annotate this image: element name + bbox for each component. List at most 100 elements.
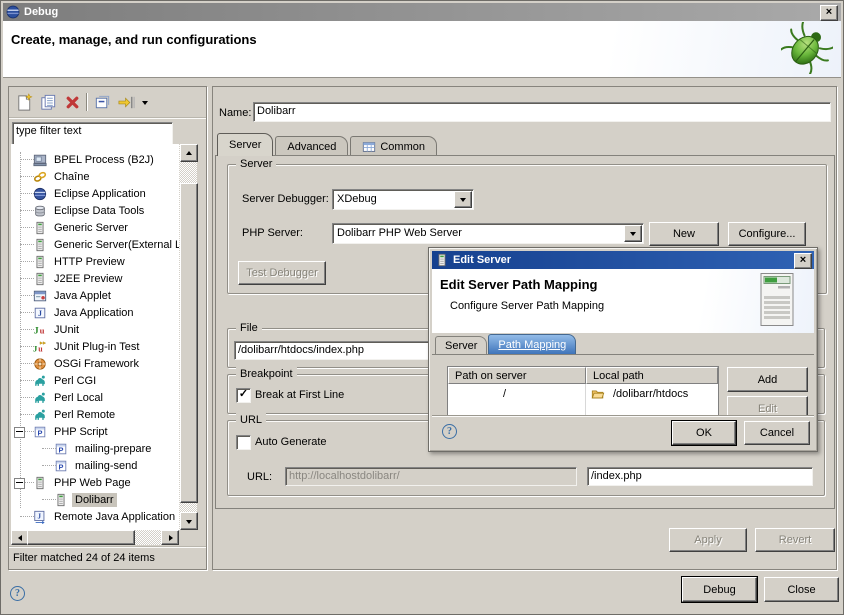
tree-horizontal-scrollbar[interactable] <box>11 530 179 545</box>
tab-common[interactable]: Common <box>350 136 437 156</box>
vertical-scroll-thumb[interactable] <box>180 183 198 503</box>
filter-input[interactable]: type filter text <box>12 122 173 145</box>
tab-advanced[interactable]: Advanced <box>275 136 348 156</box>
window-title: Debug <box>24 6 58 18</box>
tree-item-mailing-send[interactable]: Pmailing-send <box>11 457 179 474</box>
tree-item-php-script[interactable]: PPHP Script <box>11 423 179 440</box>
tree-item-bpel-process-b2j[interactable]: BPEL Process (B2J) <box>11 151 179 168</box>
tree-item-http-preview[interactable]: HTTP Preview <box>11 253 179 270</box>
break-first-line-checkbox[interactable]: ✓ <box>236 388 251 403</box>
combo-arrow-button[interactable] <box>624 225 642 242</box>
collapse-expander-icon[interactable] <box>14 427 25 438</box>
php-server-select[interactable]: Dolibarr PHP Web Server <box>332 223 644 244</box>
svg-text:u: u <box>40 325 45 335</box>
tree-item-php-web-page[interactable]: PHP Web Page <box>11 474 179 491</box>
scroll-up-button[interactable] <box>180 144 198 162</box>
tree-item-java-applet[interactable]: Java Applet <box>11 287 179 304</box>
dialog-title: Edit Server <box>453 254 511 266</box>
edit-mapping-button[interactable]: Edit <box>727 396 808 417</box>
php-server-value: Dolibarr PHP Web Server <box>337 227 623 239</box>
tree-item-label: BPEL Process (B2J) <box>51 153 157 167</box>
new-server-button[interactable]: New <box>649 222 719 246</box>
apply-button[interactable]: Apply <box>669 528 747 552</box>
tree-item-eclipse-application[interactable]: Eclipse Application <box>11 185 179 202</box>
tree-item-label: HTTP Preview <box>51 255 128 269</box>
tree-item-label: JUnit <box>51 323 82 337</box>
column-header-local-path[interactable]: Local path <box>586 367 718 384</box>
tab-label: Common <box>380 141 425 153</box>
tree-item-j2ee-preview[interactable]: J2EE Preview <box>11 270 179 287</box>
new-configuration-button[interactable] <box>13 91 35 113</box>
tree-item-label: Eclipse Data Tools <box>51 204 147 218</box>
path-mapping-row[interactable]: //dolibarr/htdocs <box>448 384 718 404</box>
tree-item-java-application[interactable]: JJava Application <box>11 304 179 321</box>
collapse-expander-icon[interactable] <box>14 478 25 489</box>
url-path-input[interactable]: /index.php <box>587 467 813 486</box>
scroll-right-button[interactable] <box>161 530 179 545</box>
break-first-line-label: Break at First Line <box>255 389 344 401</box>
tree-item-label: Generic Server(External La <box>51 238 179 252</box>
tree-item-dolibarr[interactable]: Dolibarr <box>11 491 179 508</box>
tree-item-perl-remote[interactable]: Perl Remote <box>11 406 179 423</box>
tree-item-label: Perl Local <box>51 391 106 405</box>
tree-item-perl-local[interactable]: Perl Local <box>11 389 179 406</box>
horizontal-scroll-thumb[interactable] <box>27 530 135 545</box>
debug-button[interactable]: Debug <box>682 577 757 602</box>
column-header-path-on-server[interactable]: Path on server <box>448 367 586 384</box>
window-close-button[interactable]: × <box>820 5 838 21</box>
configure-server-button[interactable]: Configure... <box>728 222 806 246</box>
help-icon[interactable]: ? <box>10 586 25 601</box>
combo-arrow-button[interactable] <box>454 191 472 208</box>
tree-item-generic-server-external-la[interactable]: Generic Server(External La <box>11 236 179 253</box>
name-input[interactable]: Dolibarr <box>253 102 831 122</box>
tree-item-mailing-prepare[interactable]: Pmailing-prepare <box>11 440 179 457</box>
scroll-down-button[interactable] <box>180 512 198 530</box>
dialog-help-icon[interactable]: ? <box>442 424 457 439</box>
ok-button[interactable]: OK <box>672 421 736 445</box>
auto-generate-checkbox[interactable] <box>236 435 251 450</box>
tree-item-label: OSGi Framework <box>51 357 142 371</box>
tree-item-label: Remote Java Application <box>51 510 178 524</box>
svg-text:J: J <box>34 325 39 336</box>
tree-item-generic-server[interactable]: Generic Server <box>11 219 179 236</box>
server-icon <box>33 238 47 252</box>
dialog-button-bar: ? OK Cancel <box>432 415 814 448</box>
tree-item-cha-ne[interactable]: Chaîne <box>11 168 179 185</box>
tree-item-eclipse-data-tools[interactable]: Eclipse Data Tools <box>11 202 179 219</box>
duplicate-configuration-button[interactable] <box>37 91 59 113</box>
perl-camel-icon <box>33 374 47 388</box>
toolbar-menu-dropdown[interactable] <box>139 91 151 113</box>
dialog-tab-path-mapping[interactable]: Path Mapping <box>488 334 576 354</box>
close-button[interactable]: Close <box>764 577 839 602</box>
server-debugger-select[interactable]: XDebug <box>332 189 474 210</box>
collapse-all-button[interactable] <box>91 91 113 113</box>
dialog-titlebar[interactable]: Edit Server × <box>432 251 814 269</box>
arrow-up-icon <box>186 148 192 155</box>
tree-item-junit-plug-in-test[interactable]: JuJUnit Plug-in Test <box>11 338 179 355</box>
filter-configurations-button[interactable] <box>115 91 137 113</box>
test-debugger-button[interactable]: Test Debugger <box>238 261 326 285</box>
chevron-down-icon <box>460 198 466 205</box>
tree-item-osgi-framework[interactable]: OSGi Framework <box>11 355 179 372</box>
add-mapping-button[interactable]: Add <box>727 367 808 392</box>
banner: Create, manage, and run configurations <box>3 21 841 78</box>
server-group-legend: Server <box>236 157 276 171</box>
chevron-down-icon <box>630 232 636 239</box>
tree-item-junit[interactable]: Ju JUnit <box>11 321 179 338</box>
arrow-down-icon <box>186 520 192 527</box>
page-title: Create, manage, and run configurations <box>11 32 257 47</box>
arrow-left-icon <box>15 535 22 541</box>
delete-configuration-button[interactable] <box>61 91 83 113</box>
tree-vertical-scrollbar[interactable] <box>179 144 197 530</box>
window-titlebar[interactable]: Debug × <box>3 3 841 21</box>
dialog-close-button[interactable]: × <box>794 253 812 269</box>
tree-item-perl-cgi[interactable]: Perl CGI <box>11 372 179 389</box>
svg-text:P: P <box>38 428 43 437</box>
dialog-tab-server[interactable]: Server <box>435 336 487 354</box>
config-tree: BPEL Process (B2J)ChaîneEclipse Applicat… <box>11 144 179 530</box>
tree-item-remote-java-application[interactable]: JRemote Java Application <box>11 508 179 525</box>
revert-button[interactable]: Revert <box>755 528 835 552</box>
cancel-button[interactable]: Cancel <box>744 421 810 445</box>
tab-server[interactable]: Server <box>217 133 273 156</box>
svg-text:u: u <box>38 344 43 353</box>
